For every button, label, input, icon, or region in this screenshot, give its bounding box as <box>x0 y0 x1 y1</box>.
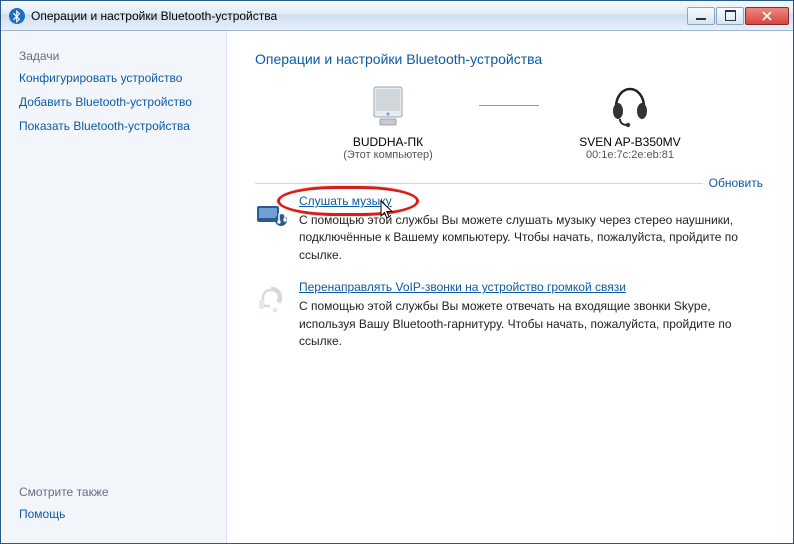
music-service-link[interactable]: Слушать музыку <box>299 194 392 208</box>
sidebar-link-show-devices[interactable]: Показать Bluetooth-устройства <box>19 119 212 133</box>
computer-icon <box>364 81 412 129</box>
sidebar-link-help[interactable]: Помощь <box>19 507 212 521</box>
sidebar: Задачи Конфигурировать устройство Добави… <box>1 31 227 543</box>
music-service-desc: С помощью этой службы Вы можете слушать … <box>299 212 763 264</box>
maximize-button[interactable] <box>716 7 744 25</box>
voip-service-icon <box>255 284 289 318</box>
sidebar-link-configure[interactable]: Конфигурировать устройство <box>19 71 212 85</box>
devices-row: BUDDHA-ПК (Этот компьютер) SVEN AP-B350M… <box>255 81 763 161</box>
local-device-name: BUDDHA-ПК <box>353 135 423 149</box>
music-service-icon <box>255 198 289 232</box>
close-button[interactable] <box>745 7 789 25</box>
service-music-content: Слушать музыку С помощью этой службы Вы … <box>299 194 763 264</box>
window-controls <box>687 7 789 25</box>
voip-service-link[interactable]: Перенаправлять VoIP-звонки на устройство… <box>299 280 626 294</box>
page-title: Операции и настройки Bluetooth-устройств… <box>255 51 763 67</box>
client-area: Задачи Конфигурировать устройство Добави… <box>1 31 793 543</box>
connection-line <box>479 81 539 129</box>
remote-device: SVEN AP-B350MV 00:1e:7c:2e:eb:81 <box>555 81 705 161</box>
window-frame: Операции и настройки Bluetooth-устройств… <box>0 0 794 544</box>
refresh-link[interactable]: Обновить <box>703 176 763 190</box>
local-device: BUDDHA-ПК (Этот компьютер) <box>313 81 463 161</box>
local-device-sub: (Этот компьютер) <box>343 149 433 161</box>
refresh-row: Обновить <box>255 169 763 184</box>
remote-device-mac: 00:1e:7c:2e:eb:81 <box>586 149 674 161</box>
bluetooth-icon <box>9 8 25 24</box>
tasks-heading: Задачи <box>19 49 212 63</box>
window-title: Операции и настройки Bluetooth-устройств… <box>31 9 687 23</box>
headset-icon <box>606 81 654 129</box>
minimize-button[interactable] <box>687 7 715 25</box>
seealso-heading: Смотрите также <box>19 485 212 499</box>
service-voip-content: Перенаправлять VoIP-звонки на устройство… <box>299 280 763 350</box>
titlebar[interactable]: Операции и настройки Bluetooth-устройств… <box>1 1 793 31</box>
service-music: Слушать музыку С помощью этой службы Вы … <box>255 194 763 264</box>
sidebar-link-add-device[interactable]: Добавить Bluetooth-устройство <box>19 95 212 109</box>
main-panel: Операции и настройки Bluetooth-устройств… <box>227 31 793 543</box>
remote-device-name: SVEN AP-B350MV <box>579 135 680 149</box>
voip-service-desc: С помощью этой службы Вы можете отвечать… <box>299 298 763 350</box>
service-voip: Перенаправлять VoIP-звонки на устройство… <box>255 280 763 350</box>
